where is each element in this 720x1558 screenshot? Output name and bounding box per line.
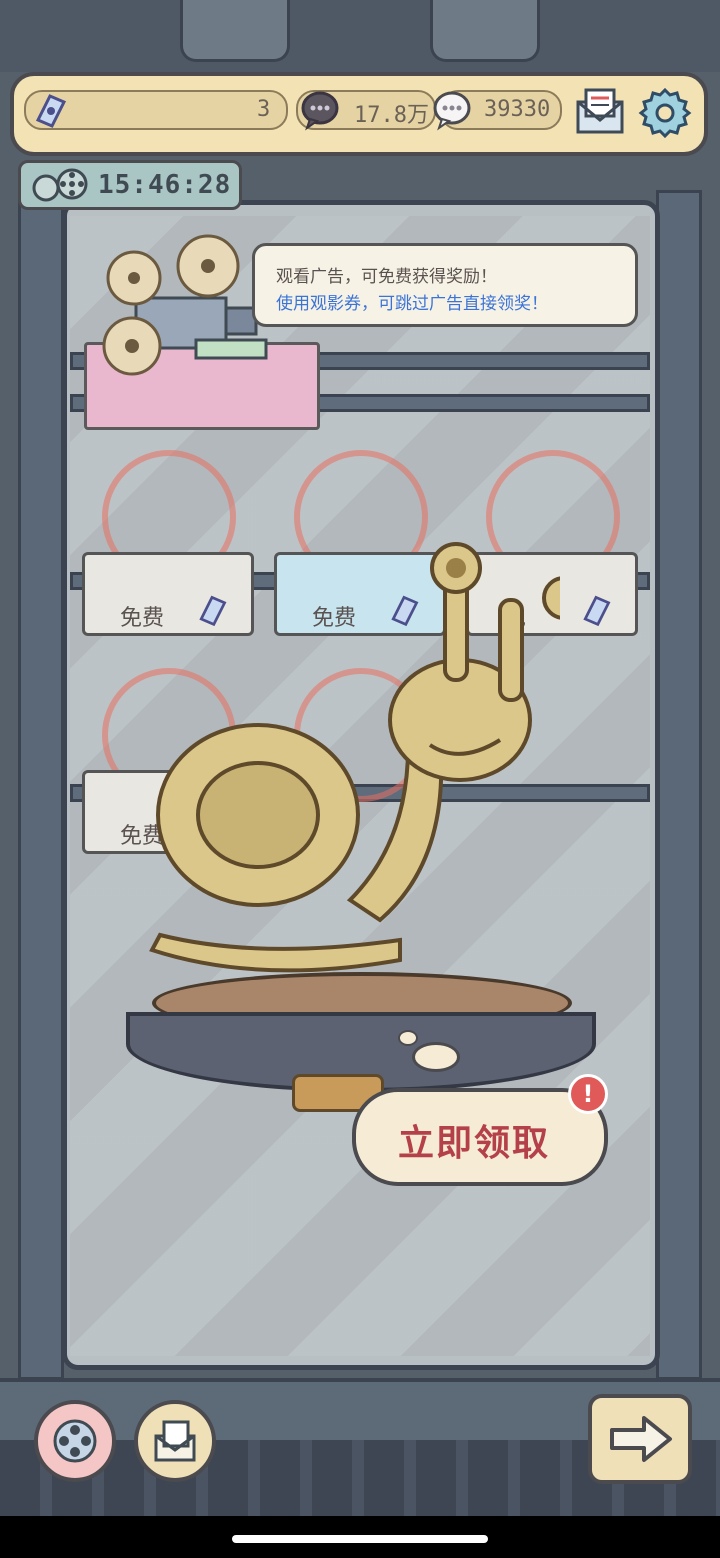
mail-icon[interactable] — [574, 86, 626, 136]
dark-bubble-icon — [298, 88, 342, 132]
countdown-timer: 15:46:28 — [98, 170, 232, 200]
top-pipe-left — [180, 0, 290, 62]
white-bubble-icon — [430, 88, 474, 132]
game-scene: 3 17.8万 39330 15:46:28 观看广告，可免费获得奖励！ 使用观… — [0, 0, 720, 1558]
top-machinery — [0, 0, 720, 72]
fossil-skeleton[interactable] — [140, 540, 586, 1010]
case-left-frame — [18, 190, 64, 1380]
case-right-frame — [656, 190, 702, 1380]
home-indicator[interactable] — [232, 1535, 488, 1543]
claim-now-label: 立即领取 — [398, 1123, 551, 1164]
ticket-icon — [30, 90, 70, 130]
thought-dot — [412, 1042, 460, 1072]
tip-line-2: 使用观影券，可跳过广告直接领奖！ — [276, 294, 548, 314]
projector-icon — [96, 228, 276, 388]
ticket-icon — [578, 592, 614, 628]
arrow-right-icon — [606, 1412, 676, 1466]
tip-line-1: 观看广告，可免费获得奖励！ — [276, 267, 497, 287]
ticket-count: 3 — [257, 97, 271, 122]
coin-count: 17.8万 — [354, 103, 429, 128]
top-pipe-right — [430, 0, 540, 62]
alert-badge: ! — [568, 1074, 608, 1114]
gear-icon[interactable] — [638, 86, 692, 140]
thought-dot — [398, 1030, 418, 1046]
letter-icon — [150, 1416, 200, 1466]
bubble-count: 39330 — [484, 97, 551, 122]
film-reel-icon — [50, 1416, 100, 1466]
film-reel-icon — [28, 166, 92, 206]
